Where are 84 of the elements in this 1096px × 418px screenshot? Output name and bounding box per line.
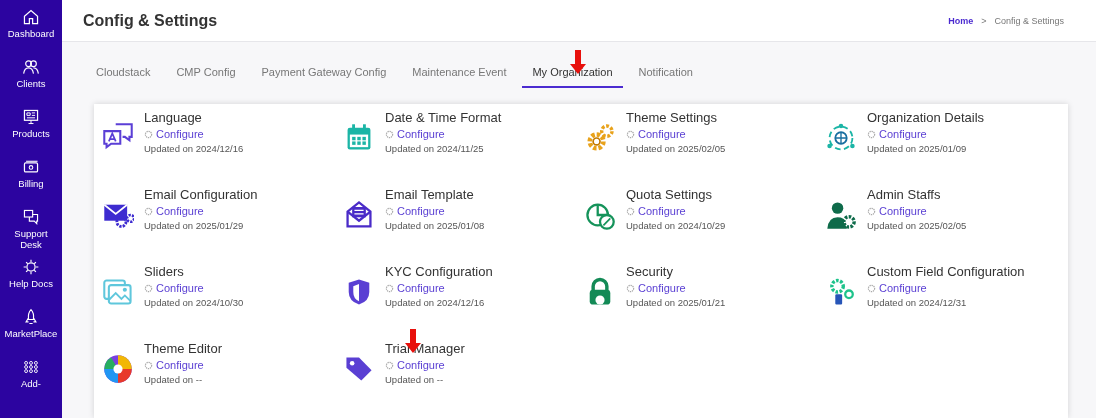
people-icon: [22, 58, 40, 76]
setting-title: Theme Editor: [144, 341, 223, 356]
setting-title: Email Template: [385, 187, 475, 202]
chat-icon: [22, 208, 40, 226]
tab[interactable]: Notification: [628, 60, 703, 88]
configure-link[interactable]: Configure: [626, 205, 726, 217]
updated-date: Updated on 2025/02/05: [867, 220, 967, 231]
sidebar-item[interactable]: Dashboard: [5, 8, 57, 50]
tab[interactable]: CMP Config: [166, 60, 246, 88]
tab[interactable]: Maintenance Event: [402, 60, 517, 88]
setting-title: Email Configuration: [144, 187, 258, 202]
sidebar-item[interactable]: Help Docs: [5, 258, 57, 300]
configure-link[interactable]: Configure: [144, 282, 244, 294]
setting-title: Custom Field Configuration: [867, 264, 1025, 279]
tab[interactable]: Payment Gateway Config: [251, 60, 397, 88]
configure-link[interactable]: Configure: [385, 128, 502, 140]
gear-icon: [385, 283, 394, 293]
setting-title: Sliders: [144, 264, 185, 279]
updated-date: Updated on 2025/02/05: [626, 143, 726, 154]
gear-icon: [144, 360, 153, 370]
gear-icon: [867, 283, 876, 293]
sidebar-item[interactable]: Clients: [5, 58, 57, 100]
gear-icon: [144, 283, 153, 293]
updated-date: Updated on 2025/01/29: [144, 220, 245, 231]
envelope-icon: [343, 199, 375, 231]
configure-link[interactable]: Configure: [867, 282, 1025, 294]
sidebar-item[interactable]: Billing: [5, 158, 57, 200]
configure-link[interactable]: Configure: [144, 128, 244, 140]
updated-date: Updated on 2024/12/16: [144, 143, 244, 154]
sidebar-item[interactable]: MarketPlace: [5, 308, 57, 350]
setting-title: Quota Settings: [626, 187, 713, 202]
setting-title: Organization Details: [867, 110, 985, 125]
wallet-icon: [22, 158, 40, 176]
gear-icon: [385, 360, 394, 370]
updated-date: Updated on 2025/01/08: [385, 220, 485, 231]
tab[interactable]: Cloudstack: [86, 60, 161, 88]
configure-link[interactable]: Configure: [626, 282, 726, 294]
sidebar-item[interactable]: Add-: [5, 358, 57, 400]
configure-link[interactable]: Configure: [626, 128, 726, 140]
rocket-icon: [22, 308, 40, 326]
updated-date: Updated on 2024/11/25: [385, 143, 485, 154]
breadcrumb-current: Config & Settings: [994, 15, 1064, 26]
gear-icon: [626, 206, 635, 216]
configure-link[interactable]: Configure: [144, 205, 258, 217]
page-title: Config & Settings: [83, 11, 218, 30]
sidebar-item[interactable]: Products: [5, 108, 57, 150]
gear-icon: [626, 129, 635, 139]
gear-icon: [385, 206, 394, 216]
person-gear-icon: [825, 199, 857, 231]
configure-link[interactable]: Configure: [867, 205, 967, 217]
grid-icon: [22, 358, 40, 376]
gear-icon: [867, 206, 876, 216]
color-wheel-icon: [102, 353, 134, 385]
updated-date: Updated on --: [385, 374, 445, 385]
sidebar-item[interactable]: Support Desk: [5, 208, 57, 250]
updated-date: Updated on 2024/12/31: [867, 297, 968, 308]
setting-title: Date & Time Format: [385, 110, 502, 125]
setting-title: Admin Staffs: [867, 187, 942, 202]
monitor-icon: [22, 108, 40, 126]
updated-date: Updated on 2024/12/16: [385, 297, 486, 308]
configure-link[interactable]: Configure: [385, 282, 493, 294]
gear-icon: [626, 283, 635, 293]
updated-date: Updated on 2025/01/09: [867, 143, 968, 154]
setting-title: Trial Manager: [385, 341, 465, 356]
configure-link[interactable]: Configure: [385, 205, 485, 217]
sun-icon: [22, 258, 40, 276]
home-icon: [22, 8, 40, 26]
configure-link[interactable]: Configure: [385, 359, 465, 371]
setting-title: Theme Settings: [626, 110, 719, 125]
setting-title: KYC Configuration: [385, 264, 493, 279]
updated-date: Updated on 2024/10/29: [626, 220, 726, 231]
setting-title: Language: [144, 110, 203, 125]
gear-icon: [144, 129, 153, 139]
updated-date: Updated on 2024/10/30: [144, 297, 244, 308]
gear-icon: [144, 206, 153, 216]
configure-link[interactable]: Configure: [867, 128, 985, 140]
updated-date: Updated on 2025/01/21: [626, 297, 726, 308]
configure-link[interactable]: Configure: [144, 359, 223, 371]
gear-icon: [385, 129, 394, 139]
breadcrumb-link[interactable]: Home: [948, 15, 974, 26]
breadcrumb-separator: >: [981, 15, 987, 26]
gear-icon: [867, 129, 876, 139]
setting-title: Security: [626, 264, 674, 279]
updated-date: Updated on --: [144, 374, 204, 385]
